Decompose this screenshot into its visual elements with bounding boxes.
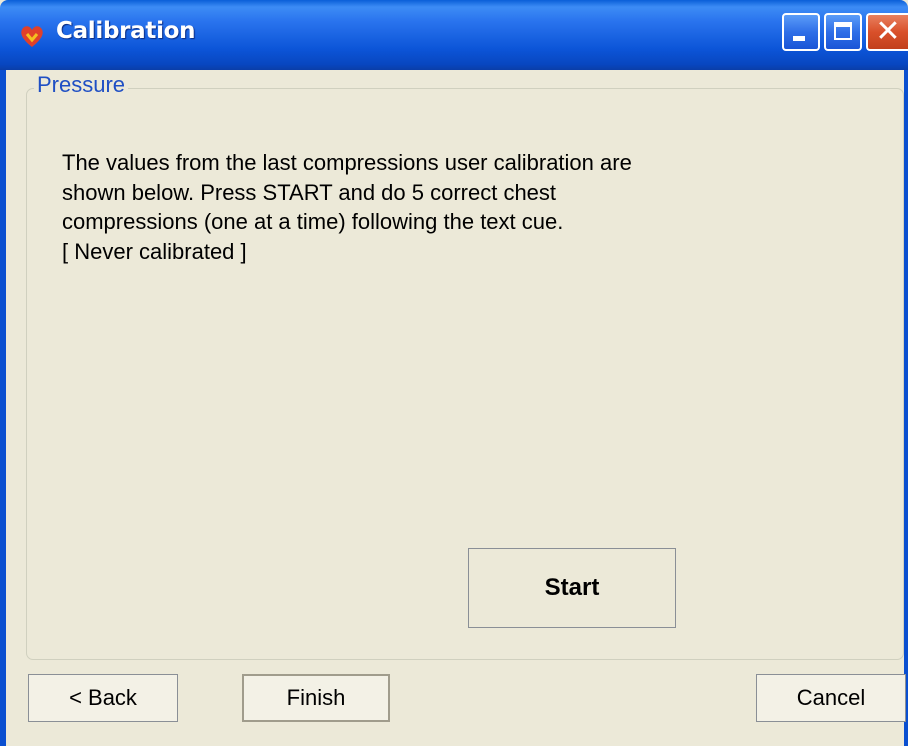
maximize-button[interactable] (824, 13, 862, 51)
window-title: Calibration (56, 18, 196, 44)
instruction-line: compressions (one at a time) following t… (62, 209, 564, 234)
close-button[interactable]: ✕ (866, 13, 908, 51)
start-button[interactable]: Start (468, 548, 676, 628)
instruction-line: The values from the last compressions us… (62, 150, 632, 175)
window-frame-right (904, 70, 908, 746)
group-legend: Pressure (34, 72, 129, 98)
instruction-line: shown below. Press START and do 5 correc… (62, 179, 557, 205)
minimize-button[interactable] (782, 13, 820, 51)
cancel-button[interactable]: Cancel (756, 674, 906, 722)
close-icon: ✕ (875, 14, 901, 49)
calibration-status: [ Never calibrated ] (62, 238, 247, 264)
instruction-text: The values from the last compressions us… (62, 148, 842, 266)
title-bar[interactable]: Calibration ✕ (0, 0, 908, 70)
heart-icon (21, 26, 43, 47)
finish-button[interactable]: Finish (242, 674, 390, 722)
back-button[interactable]: < Back (28, 674, 178, 722)
window-frame-left (0, 70, 6, 746)
